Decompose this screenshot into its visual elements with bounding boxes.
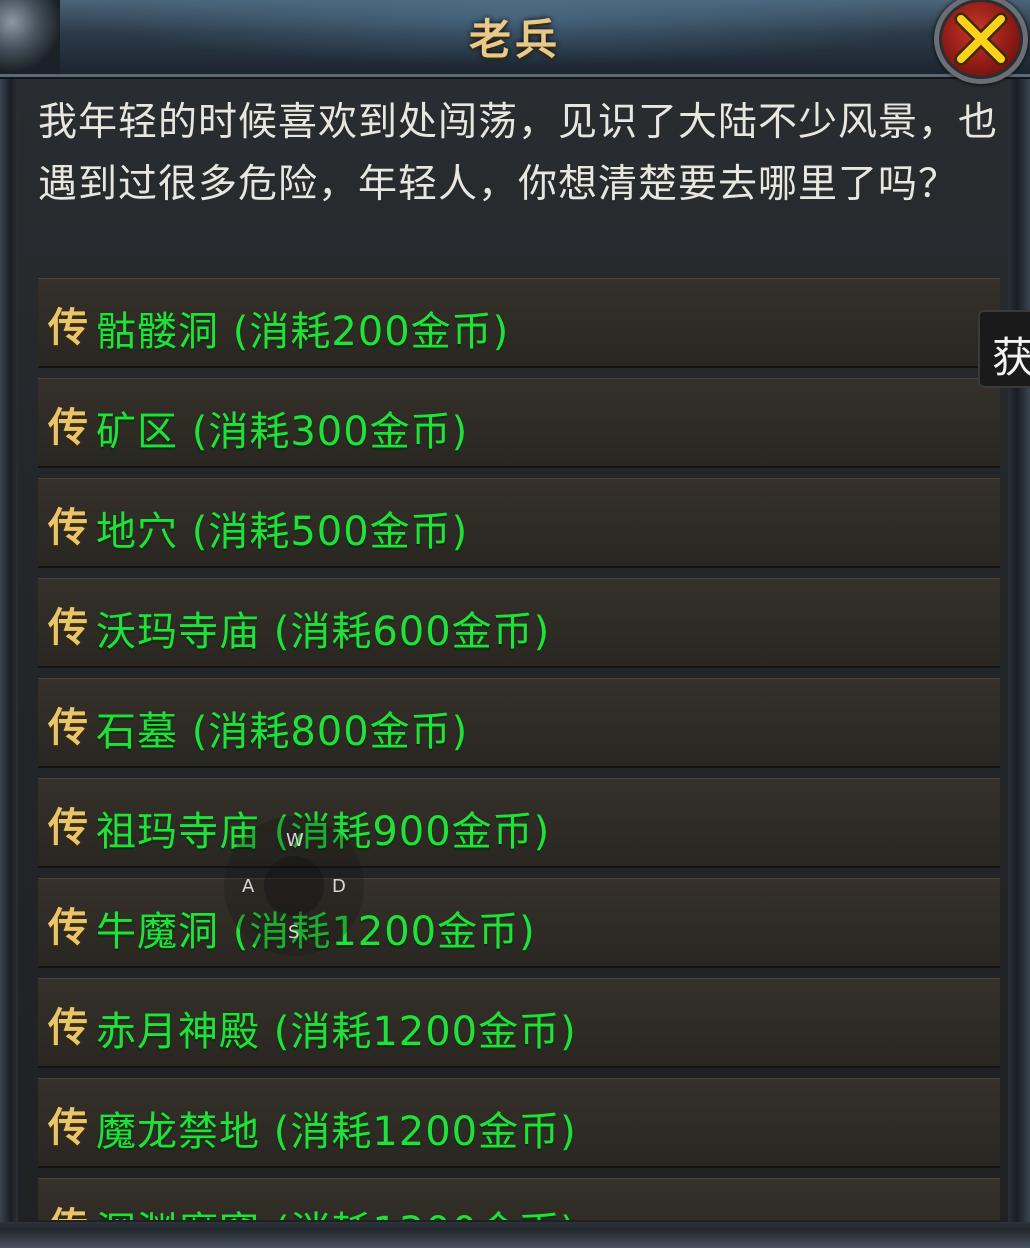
teleport-mark-icon: 传	[48, 705, 88, 751]
left-border	[0, 0, 18, 1248]
side-tab-label: 获	[992, 333, 1030, 382]
right-border	[1008, 0, 1030, 1248]
bottom-border	[0, 1222, 1030, 1248]
joystick-center	[264, 856, 324, 916]
option-label: 石墓 (消耗800金币)	[96, 709, 469, 755]
list-item[interactable]: 传 深渊魔窟 (消耗1300金币)	[38, 1178, 1000, 1220]
teleport-mark-icon: 传	[48, 1005, 88, 1051]
teleport-mark-icon: 传	[48, 1105, 88, 1151]
option-label: 深渊魔窟 (消耗1300金币)	[96, 1199, 577, 1220]
close-x-icon	[954, 12, 1008, 66]
list-item[interactable]: 传 地穴 (消耗500金币)	[38, 478, 1000, 568]
list-item[interactable]: 传 矿区 (消耗300金币)	[38, 378, 1000, 468]
destination-list: 传 骷髅洞 (消耗200金币) 传 矿区 (消耗300金币) 传 地穴 (消耗5…	[38, 278, 1000, 1220]
option-label: 魔龙禁地 (消耗1200金币)	[96, 1109, 577, 1155]
teleport-mark-icon: 传	[48, 1195, 88, 1220]
teleport-mark-icon: 传	[48, 805, 88, 851]
window-title: 老兵	[468, 15, 561, 64]
key-s-label: S	[288, 922, 300, 943]
wasd-joystick[interactable]: W A D S	[224, 816, 364, 956]
npc-dialog-window: 老兵 我年轻的时候喜欢到处闯荡，见识了大陆不少风景，也遇到过很多危险，年轻人，你…	[0, 0, 1030, 1248]
window-header: 老兵	[0, 0, 1030, 77]
option-label: 地穴 (消耗500金币)	[96, 509, 469, 555]
key-w-label: W	[286, 830, 304, 851]
teleport-mark-icon: 传	[48, 305, 88, 351]
option-label: 骷髅洞 (消耗200金币)	[96, 309, 510, 355]
side-tab-button[interactable]: 获	[978, 310, 1030, 388]
list-item[interactable]: 传 魔龙禁地 (消耗1200金币)	[38, 1078, 1000, 1168]
option-label: 沃玛寺庙 (消耗600金币)	[96, 609, 551, 655]
npc-dialog-text: 我年轻的时候喜欢到处闯荡，见识了大陆不少风景，也遇到过很多危险，年轻人，你想清楚…	[38, 100, 999, 207]
list-item[interactable]: 传 沃玛寺庙 (消耗600金币)	[38, 578, 1000, 668]
teleport-mark-icon: 传	[48, 505, 88, 551]
list-item[interactable]: 传 祖玛寺庙 (消耗900金币)	[38, 778, 1000, 868]
option-label: 矿区 (消耗300金币)	[96, 409, 469, 455]
list-item[interactable]: 传 牛魔洞 (消耗1200金币)	[38, 878, 1000, 968]
key-d-label: D	[332, 876, 346, 897]
teleport-mark-icon: 传	[48, 905, 88, 951]
key-a-label: A	[242, 876, 255, 897]
list-item[interactable]: 传 骷髅洞 (消耗200金币)	[38, 278, 1000, 368]
list-item[interactable]: 传 石墓 (消耗800金币)	[38, 678, 1000, 768]
teleport-mark-icon: 传	[48, 405, 88, 451]
teleport-mark-icon: 传	[48, 605, 88, 651]
list-item[interactable]: 传 赤月神殿 (消耗1200金币)	[38, 978, 1000, 1068]
option-label: 赤月神殿 (消耗1200金币)	[96, 1009, 577, 1055]
